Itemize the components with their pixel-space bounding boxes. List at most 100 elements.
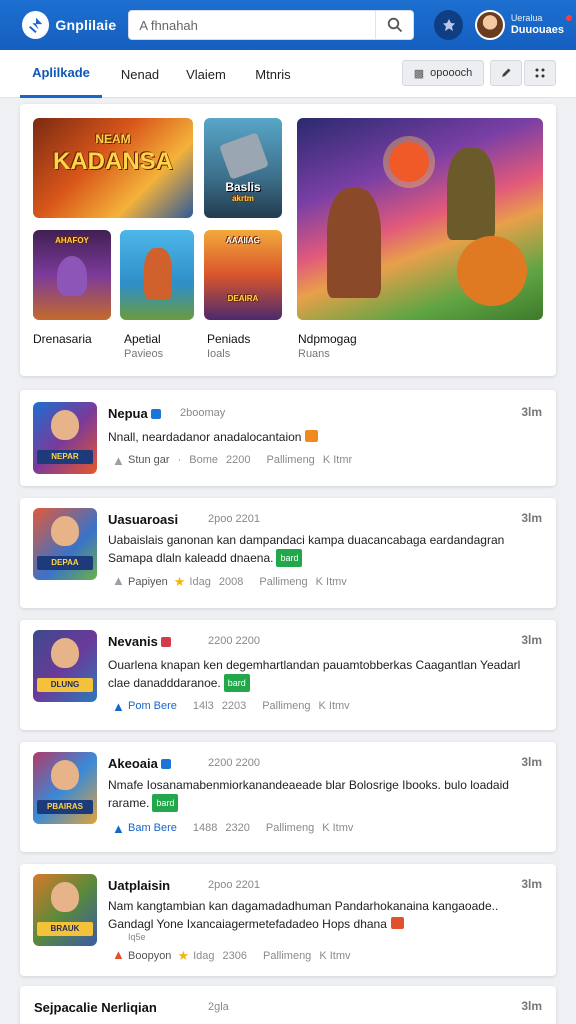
featured-tile-kadansa[interactable]: NEAM KADANSA: [33, 118, 193, 218]
footer-stat-2: 2008: [218, 576, 244, 588]
thumb-banner: BRAUK: [37, 922, 93, 936]
post-badge: bard: [152, 794, 179, 812]
featured-sub-3: Ioals: [207, 348, 231, 360]
thumbs-up-icon[interactable]: ▲: [112, 573, 125, 588]
footer-stat-4: K Itmr: [322, 454, 353, 466]
tab-vlaiem[interactable]: Vlaiem: [178, 50, 234, 98]
footer-action[interactable]: Boopyon: [128, 950, 171, 962]
footer-action[interactable]: Pom Bere: [128, 700, 177, 712]
list-item[interactable]: Sejpacalie Nerliqian 2gla 3lm: [20, 986, 556, 1024]
tile-5-text: AAAIIAG: [226, 236, 260, 245]
featured-hero-banner[interactable]: [297, 118, 543, 320]
notifications-button[interactable]: [434, 10, 464, 40]
footer-action[interactable]: Stun gar: [128, 454, 170, 466]
featured-label-1[interactable]: Drenasaria: [33, 332, 92, 346]
tile-art-warrior: [144, 248, 172, 300]
list-item[interactable]: BRAUK Uatplaisin 2poo 2201 3lm Nam kangt…: [20, 864, 556, 976]
post-title[interactable]: Uatplaisin: [108, 878, 170, 893]
thumb-art-face: [51, 638, 79, 668]
tab-mtnris[interactable]: Mtnris: [244, 50, 302, 98]
avatar[interactable]: [475, 10, 505, 40]
tile-5-text-b: DEAIRA: [227, 294, 259, 303]
footer-action[interactable]: Bam Bere: [128, 822, 177, 834]
footer-stat-2: 2203: [221, 700, 247, 712]
list-item[interactable]: DEPAA Uasuaroasi 2poo 2201 3lm Uabaislai…: [20, 498, 556, 608]
post-thumbnail[interactable]: DEPAA: [33, 508, 97, 580]
post-title[interactable]: Uasuaroasi: [108, 512, 178, 527]
post-title[interactable]: Nevanis: [108, 634, 171, 649]
featured-label-4[interactable]: Ndpmogag: [298, 332, 357, 346]
footer-stat-1: Bome: [189, 454, 219, 466]
thumb-banner: DLUNG: [37, 678, 93, 692]
post-title[interactable]: Akeoaia: [108, 756, 171, 771]
grid-icon: [535, 68, 545, 78]
thumbs-up-icon[interactable]: ▲: [112, 821, 125, 836]
user-info[interactable]: Ueralua Duuouaes: [510, 13, 572, 36]
search-input[interactable]: [129, 11, 380, 39]
app-logo[interactable]: [22, 11, 50, 39]
user-line1: Ueralua: [510, 13, 543, 23]
featured-tile-3[interactable]: AHAFOY: [33, 230, 111, 320]
tile-kadansa-top: NEAM: [95, 132, 131, 146]
app-title[interactable]: Gnplilaie: [55, 17, 116, 33]
thumbs-up-icon[interactable]: ▲: [112, 453, 125, 468]
post-meta: 2poo 2201: [208, 513, 260, 525]
bell-icon: [442, 19, 455, 31]
footer-stat-3: Pallimeng: [259, 576, 308, 588]
post-title[interactable]: Sejpacalie Nerliqian: [34, 1000, 157, 1015]
post-title-text: Nevanis: [108, 634, 158, 649]
post-thumbnail[interactable]: PBAIRAS: [33, 752, 97, 824]
top-bar: Gnplilaie Ueralua Duuouaes: [0, 0, 576, 50]
filter-button[interactable]: ▩ opoooch: [402, 60, 484, 86]
fire-icon: [390, 917, 404, 929]
post-thumbnail[interactable]: NEPAR: [33, 402, 97, 474]
grid-view-button[interactable]: [524, 60, 556, 86]
featured-tile-baslis[interactable]: Baslis akrtm: [204, 118, 282, 218]
post-desc-text: Ouarlena knapan ken degemhartlandan paua…: [108, 658, 521, 690]
footer-stat-3: Pallimeng: [263, 950, 312, 962]
footer-stat-1: Idag: [189, 576, 211, 588]
post-footer: ▲ Bam Bere 1488 2320 Pallimeng K Itmv: [112, 821, 353, 836]
post-time: 3lm: [521, 405, 542, 419]
fire-reaction-icon[interactable]: ▲: [112, 947, 125, 962]
post-meta: 2poo 2201: [208, 879, 260, 891]
post-desc-text: Uabaislais ganonan kan dampandaci kampa …: [108, 533, 505, 565]
featured-tile-5[interactable]: AAAIIAG DEAIRA: [204, 230, 282, 320]
footer-stat-3: Pallimeng: [266, 454, 315, 466]
unread-dot: [566, 15, 572, 21]
post-time: 3lm: [521, 633, 542, 647]
tab-nenad[interactable]: Nenad: [112, 50, 168, 98]
featured-sub-2: Pavieos: [124, 348, 164, 360]
featured-label-3[interactable]: Peniads: [207, 332, 250, 346]
footer-stat-2: 2200: [226, 454, 251, 466]
edit-button[interactable]: [490, 60, 522, 86]
list-item[interactable]: DLUNG Nevanis 2200 2200 3lm Ouarlena kna…: [20, 620, 556, 730]
list-item[interactable]: NEPAR Nepua 2boomay 3lm Nnall, neardadan…: [20, 390, 556, 486]
tab-aplilkade[interactable]: Aplilkade: [20, 50, 102, 98]
post-title[interactable]: Nepua: [108, 406, 161, 421]
featured-tile-4[interactable]: [120, 230, 194, 320]
post-thumbnail[interactable]: DLUNG: [33, 630, 97, 702]
search-icon: [387, 17, 402, 33]
post-footer: ▲ Papiyen ★ Idag 2008 Pallimeng K Itmv: [112, 573, 347, 590]
post-time: 3lm: [521, 755, 542, 769]
post-time: 3lm: [521, 877, 542, 891]
list-item[interactable]: PBAIRAS Akeoaia 2200 2200 3lm Nmafe Iosa…: [20, 742, 556, 852]
logo-icon: [28, 17, 42, 33]
thumb-banner: DEPAA: [37, 556, 93, 570]
post-description: Nnall, neardadanor anadalocantaion: [108, 428, 536, 446]
post-description: Uabaislais ganonan kan dampandaci kampa …: [108, 531, 536, 567]
footer-stat-2: 2306: [222, 950, 247, 962]
star-icon: ★: [173, 574, 186, 589]
banner-art-hero: [327, 188, 381, 298]
featured-label-2[interactable]: Apetial: [124, 332, 161, 346]
footer-stat-2: 2320: [225, 822, 250, 834]
tile-kadansa-title: KADANSA: [53, 148, 173, 175]
tile-baslis-line1: Baslis: [225, 180, 261, 194]
post-thumbnail[interactable]: BRAUK: [33, 874, 97, 946]
star-icon: ★: [177, 948, 190, 963]
user-name: Duuouaes: [510, 23, 564, 36]
footer-action[interactable]: Papiyen: [128, 576, 168, 588]
thumbs-up-icon[interactable]: ▲: [112, 699, 125, 714]
search-button[interactable]: [375, 11, 413, 39]
